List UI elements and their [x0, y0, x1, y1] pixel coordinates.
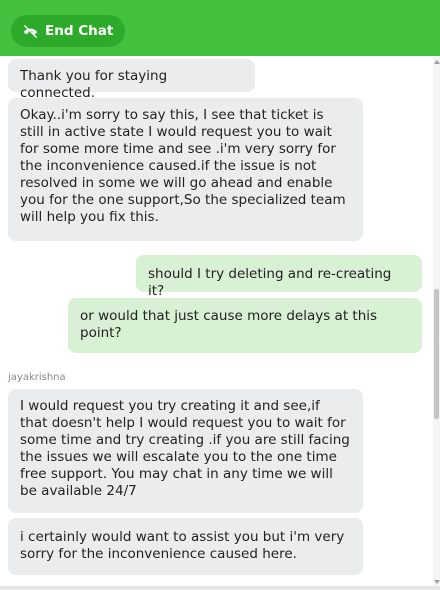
agent-name-label: jayakrishna	[8, 372, 66, 383]
end-chat-label: End Chat	[45, 23, 114, 39]
phone-hangup-icon	[22, 23, 39, 40]
scroll-up-icon[interactable]	[434, 60, 440, 64]
chat-bottom-border	[0, 586, 440, 590]
chat-scrollbar[interactable]	[433, 56, 440, 588]
scrollbar-thumb[interactable]	[434, 289, 439, 419]
agent-message: i certainly would want to assist you but…	[8, 518, 363, 575]
scroll-down-icon[interactable]	[434, 580, 440, 584]
agent-message: I would request you try creating it and …	[8, 389, 363, 513]
chat-transcript[interactable]: Thank you for staying connected. Okay..i…	[0, 56, 433, 588]
agent-message: Okay..i'm sorry to say this, I see that …	[8, 98, 363, 241]
user-message: or would that just cause more delays at …	[68, 298, 422, 353]
chat-header: End Chat	[0, 0, 440, 56]
end-chat-button[interactable]: End Chat	[11, 15, 126, 47]
agent-message: Thank you for staying connected.	[8, 59, 255, 101]
user-message: should I try deleting and re-creating it…	[136, 255, 422, 299]
